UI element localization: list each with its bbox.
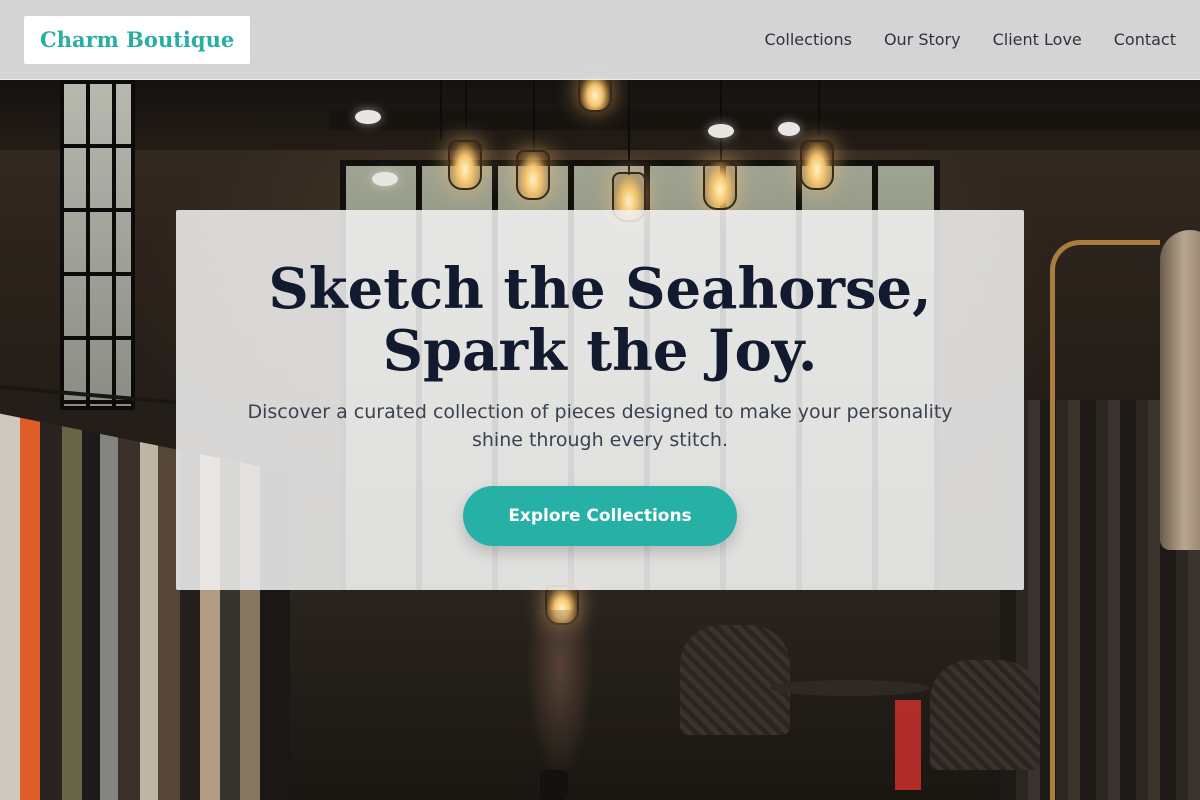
lamp-wire [440, 80, 442, 140]
track-spotlight [372, 172, 398, 186]
track-spotlight [708, 124, 734, 138]
wicker-chair [930, 660, 1040, 770]
track-spotlight [355, 110, 381, 124]
nav-link-contact[interactable]: Contact [1114, 30, 1176, 49]
brand-logo[interactable]: Charm Boutique [24, 15, 251, 64]
nav-link-client-love[interactable]: Client Love [993, 30, 1082, 49]
explore-collections-button[interactable]: Explore Collections [463, 486, 737, 546]
track-spotlight [778, 122, 800, 136]
site-header: Charm Boutique Collections Our Story Cli… [0, 0, 1200, 80]
nav-link-collections[interactable]: Collections [764, 30, 851, 49]
brass-display-frame [1050, 240, 1160, 800]
pendant-lamp [703, 160, 737, 210]
mannequin [1160, 230, 1200, 550]
lamp-wire [628, 80, 630, 175]
nav-link-our-story[interactable]: Our Story [884, 30, 961, 49]
main-nav: Collections Our Story Client Love Contac… [764, 30, 1176, 49]
wicker-chair [680, 625, 790, 735]
ceiling-beam [330, 110, 1200, 130]
cafe-table [770, 680, 930, 696]
hero-card: Sketch the Seahorse, Spark the Joy. Disc… [176, 210, 1024, 590]
lamp-wire [533, 80, 535, 150]
lamp-wire [465, 80, 467, 130]
hero-subtext: Discover a curated collection of pieces … [247, 401, 953, 451]
pendant-lamp [448, 140, 482, 190]
pendant-lamp [800, 140, 834, 190]
lamp-wire [818, 80, 820, 135]
hero-headline: Sketch the Seahorse, Spark the Joy. [268, 256, 932, 384]
left-window [60, 80, 135, 410]
red-fixture [895, 700, 921, 790]
pendant-lamp [516, 150, 550, 200]
vase [540, 770, 568, 800]
lamp-wire [720, 80, 722, 160]
